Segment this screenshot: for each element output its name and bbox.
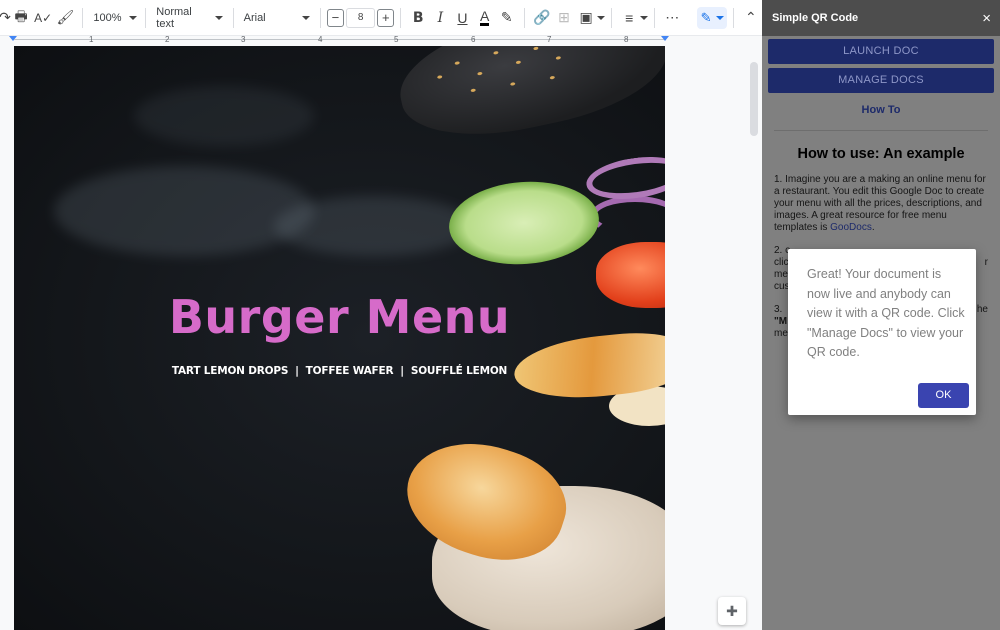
italic-button[interactable]: I (429, 6, 451, 30)
font-size-input[interactable]: 8 (345, 7, 376, 28)
example-heading: How to use: An example (797, 146, 965, 162)
sesame-seed (454, 61, 460, 66)
sidebar-title: Simple QR Code (772, 12, 859, 24)
text-color-button[interactable]: A (474, 6, 496, 30)
step-1-end: . (871, 222, 875, 233)
ruler-number: 6 (471, 35, 476, 44)
ruler-number: 2 (165, 35, 170, 44)
sesame-seed (549, 75, 556, 80)
sesame-seed (515, 60, 522, 65)
sesame-seed (477, 71, 483, 76)
redo-icon[interactable]: ↷ (0, 6, 11, 30)
toolbar-divider (320, 7, 321, 28)
sesame-seed (510, 82, 516, 86)
print-icon[interactable]: 🖶 (10, 6, 32, 30)
chevron-down-icon (129, 15, 138, 20)
toolbar: ↷ 🖶 A✓ 🖌 100% Normal text Arial − 8 + B … (0, 0, 762, 36)
sesame-seed (555, 55, 562, 60)
document-page[interactable]: Burger Menu TART LEMON DROPS | TOFFEE WA… (14, 46, 665, 630)
document-title: Burger Menu (168, 290, 511, 344)
explore-button[interactable]: ✚ (718, 597, 746, 625)
text-color-label: A (479, 8, 490, 26)
document-area: Burger Menu TART LEMON DROPS | TOFFEE WA… (0, 46, 762, 630)
step-2-fragment: r (984, 257, 988, 268)
explore-icon: ✚ (726, 602, 738, 619)
ok-button[interactable]: OK (918, 383, 969, 408)
goodocs-link[interactable]: GooDocs (830, 222, 872, 233)
step-1-text: 1. Imagine you are a making an online me… (774, 174, 986, 233)
image-icon[interactable]: ▣ (575, 6, 597, 30)
toolbar-divider (732, 7, 734, 28)
launch-doc-button[interactable]: LAUNCH DOC (768, 39, 994, 64)
sesame-seed (533, 46, 539, 51)
chevron-down-icon (302, 15, 311, 20)
smoke-decoration (54, 166, 314, 256)
right-indent-marker[interactable] (661, 36, 669, 41)
toolbar-divider (82, 7, 84, 28)
spellcheck-icon[interactable]: A✓ (32, 6, 54, 30)
align-icon[interactable]: ≡ (618, 6, 640, 30)
toolbar-divider (232, 7, 234, 28)
toolbar-divider (400, 7, 402, 28)
ruler-number: 7 (547, 35, 552, 44)
zoom-select[interactable]: 100% (89, 6, 139, 30)
ruler-number: 4 (318, 35, 323, 44)
ruler-number: 8 (624, 35, 629, 44)
toolbar-divider (523, 7, 525, 28)
smoke-decoration (134, 86, 314, 146)
sesame-seed (436, 75, 443, 80)
pencil-icon: ✎ (700, 9, 712, 25)
ruler-line (14, 39, 666, 40)
sesame-seed (470, 88, 476, 93)
ruler: 1 2 3 4 5 6 7 8 (0, 35, 762, 46)
font-select[interactable]: Arial (240, 6, 314, 30)
document-subtitle: TART LEMON DROPS | TOFFEE WAFER | SOUFFL… (171, 365, 508, 377)
zoom-value: 100% (93, 11, 122, 24)
chevron-down-icon[interactable] (597, 15, 606, 20)
vertical-scrollbar[interactable] (750, 62, 758, 136)
dialog-message: Great! Your document is now live and any… (807, 267, 965, 359)
cucumber-image (446, 176, 602, 270)
step-2-fragment: clic (774, 257, 789, 268)
decrease-font-size-button[interactable]: − (326, 8, 344, 27)
how-to-link[interactable]: How To (762, 104, 1000, 116)
more-button[interactable]: ⋯ (661, 6, 683, 30)
close-icon[interactable]: × (982, 10, 991, 27)
paint-format-icon[interactable]: 🖌 (54, 6, 76, 30)
chevron-down-icon[interactable] (640, 15, 649, 20)
link-icon[interactable]: 🔗 (531, 6, 553, 30)
bold-button[interactable]: B (407, 6, 429, 30)
ruler-number: 5 (394, 35, 399, 44)
smoke-decoration (274, 196, 474, 256)
highlight-icon[interactable]: ✎ (496, 6, 518, 30)
increase-font-size-button[interactable]: + (377, 8, 395, 27)
sesame-seed (493, 50, 499, 55)
font-value: Arial (243, 11, 266, 24)
divider (774, 130, 988, 131)
step-3-fragment: 3. (774, 304, 783, 315)
toolbar-divider (145, 7, 147, 28)
chevron-down-icon (715, 15, 724, 20)
comment-icon[interactable]: ⊞ (553, 6, 575, 30)
toolbar-divider (654, 7, 656, 28)
chevron-down-icon (214, 15, 223, 20)
chevron-up-icon[interactable]: ⌃ (740, 6, 762, 30)
step-1: 1. Imagine you are a making an online me… (774, 174, 988, 234)
manage-docs-button[interactable]: MANAGE DOCS (768, 68, 994, 93)
editing-mode-button[interactable]: ✎ (697, 6, 727, 29)
burger-bun-image (389, 46, 665, 153)
underline-button[interactable]: U (451, 6, 473, 30)
paragraph-style-select[interactable]: Normal text (152, 6, 226, 30)
confirmation-dialog: Great! Your document is now live and any… (788, 249, 976, 415)
toolbar-divider (611, 7, 613, 28)
ruler-number: 3 (241, 35, 246, 44)
ruler-number: 1 (89, 35, 94, 44)
paragraph-style-value: Normal text (156, 5, 192, 30)
onion-ring-image (590, 196, 665, 236)
sidebar-header: Simple QR Code × (762, 0, 1000, 36)
step-3-fragment: he (976, 304, 988, 315)
